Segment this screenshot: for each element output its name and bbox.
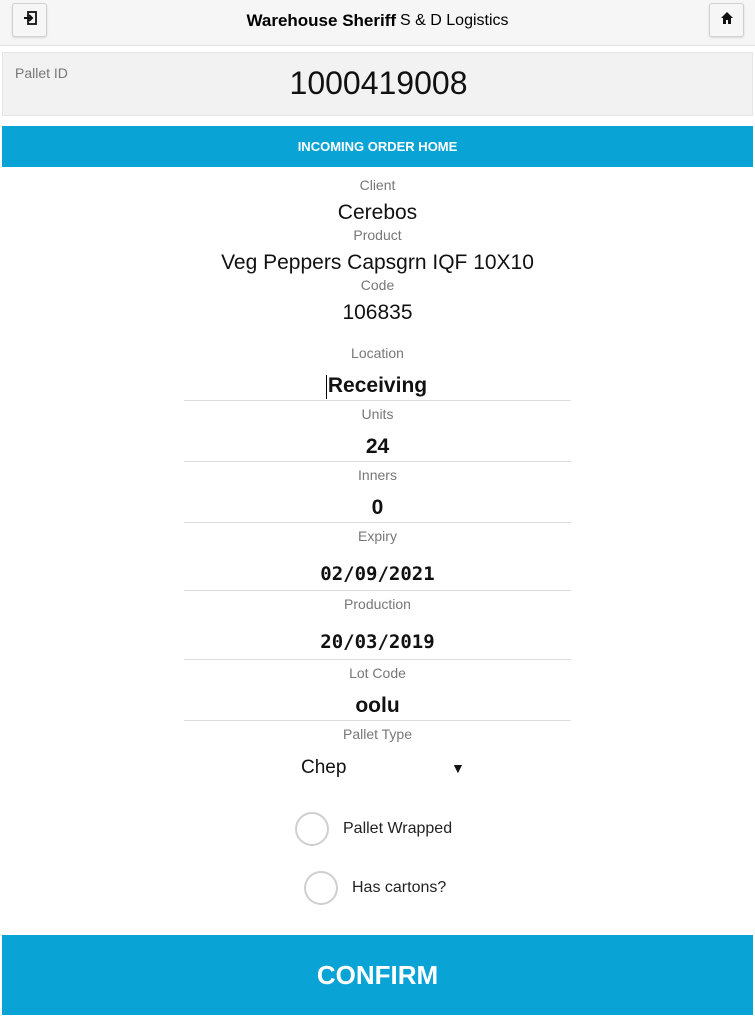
dropdown-arrow-icon: ▼ (451, 760, 465, 776)
code-label: Code (360, 277, 395, 293)
expiry-underline (184, 590, 571, 591)
client-value: Cerebos (337, 201, 418, 224)
pallet-wrapped-option[interactable]: Pallet Wrapped (295, 811, 452, 847)
app-title: Warehouse Sheriff S & D Logistics (0, 0, 755, 42)
units-underline (184, 461, 571, 462)
has-cartons-label: Has cartons? (352, 879, 447, 896)
home-button[interactable] (709, 3, 744, 37)
expiry-label: Expiry (358, 528, 397, 544)
inners-input[interactable]: 0 (0, 496, 755, 520)
location-underline (184, 400, 571, 401)
app-name: Warehouse Sheriff (246, 11, 397, 30)
expiry-input[interactable]: 02/09/2021 (0, 563, 755, 585)
text-caret (326, 375, 327, 399)
pallet-id-label: Pallet ID (15, 65, 68, 81)
pallet-type-value: Chep (301, 757, 347, 778)
app-header: Warehouse Sheriff S & D Logistics (0, 0, 755, 46)
confirm-button[interactable]: CONFIRM (2, 935, 753, 1015)
lot-code-underline (184, 720, 571, 721)
code-value: 106835 (342, 301, 413, 324)
location-input[interactable]: Receiving (0, 374, 755, 398)
pallet-type-select[interactable]: Chep ▼ (295, 755, 465, 783)
section-banner: INCOMING ORDER HOME (2, 126, 753, 167)
lot-code-input[interactable]: oolu (0, 694, 755, 718)
home-icon (720, 11, 734, 30)
production-input[interactable]: 20/03/2019 (0, 631, 755, 653)
pallet-id-panel: 1000419008 Pallet ID (2, 52, 753, 116)
units-label: Units (361, 406, 394, 422)
client-label: Client (359, 177, 396, 193)
production-underline (184, 659, 571, 660)
location-label: Location (351, 345, 404, 361)
has-cartons-option[interactable]: Has cartons? (304, 870, 446, 906)
has-cartons-radio[interactable] (304, 871, 338, 905)
product-label: Product (353, 227, 402, 243)
lot-code-label: Lot Code (349, 665, 406, 681)
company-name: S & D Logistics (400, 12, 509, 29)
pallet-wrapped-radio[interactable] (295, 812, 329, 846)
product-value: Veg Peppers Capsgrn IQF 10X10 (221, 251, 534, 274)
units-input[interactable]: 24 (0, 435, 755, 459)
production-label: Production (344, 596, 411, 612)
inners-underline (184, 522, 571, 523)
pallet-wrapped-label: Pallet Wrapped (343, 820, 453, 837)
pallet-id-value: 1000419008 (289, 65, 468, 101)
pallet-type-label: Pallet Type (342, 726, 412, 742)
inners-label: Inners (358, 467, 397, 483)
